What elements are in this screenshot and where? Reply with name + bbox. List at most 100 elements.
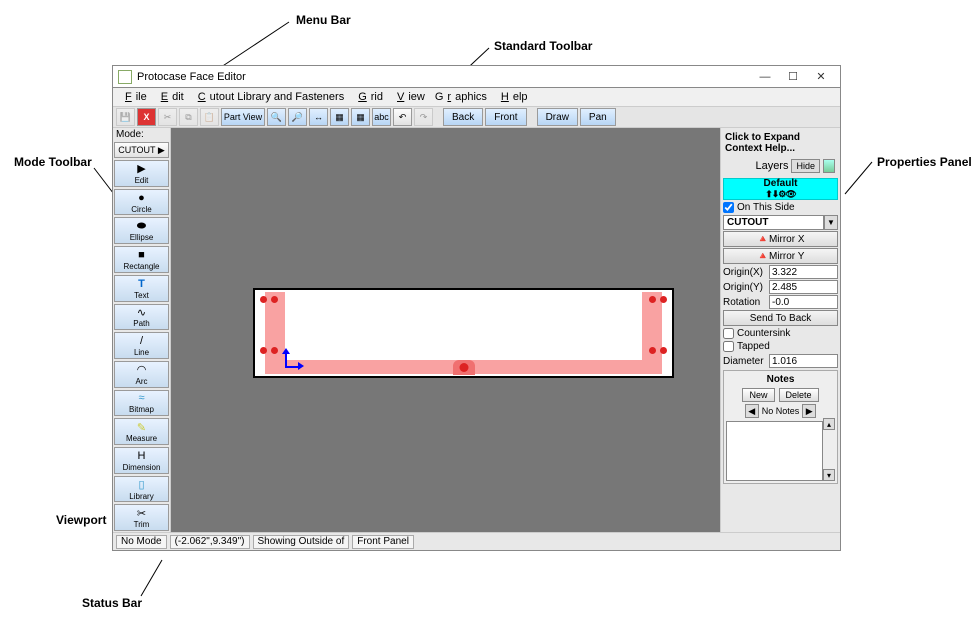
cut-icon[interactable]: ✂	[158, 108, 177, 126]
on-this-side-label: On This Side	[737, 202, 795, 213]
rotation-input[interactable]	[769, 295, 838, 309]
tapped-label: Tapped	[737, 341, 770, 352]
redo-icon[interactable]: ↷	[414, 108, 433, 126]
mode-library-button[interactable]: ▯Library	[114, 476, 169, 503]
mode-path-button[interactable]: ∿Path	[114, 304, 169, 331]
mode-heading: Mode:	[113, 128, 170, 141]
scroll-down-icon[interactable]: ▾	[823, 469, 835, 481]
annotation-properties-panel: Properties Panel	[877, 155, 972, 169]
mount-hole[interactable]	[660, 296, 667, 303]
menu-cutout[interactable]: Cutout Library and Fasteners	[190, 90, 348, 104]
mount-hole[interactable]	[271, 347, 278, 354]
rect-icon: ■	[138, 248, 145, 262]
measure-icon: ✎	[137, 420, 146, 434]
menu-grid[interactable]: Grid	[350, 90, 387, 104]
mode-ellipse-button[interactable]: ⬬Ellipse	[114, 217, 169, 244]
mode-bitmap-button[interactable]: ≈Bitmap	[114, 390, 169, 417]
zoomout-icon[interactable]: 🔎	[288, 108, 307, 126]
mode-circle-button[interactable]: ●Circle	[114, 189, 169, 216]
status-bar: No Mode (-2.062",9.349") Showing Outside…	[113, 532, 840, 550]
close-button[interactable]: ✕	[807, 68, 835, 86]
menu-edit[interactable]: Edit	[153, 90, 188, 104]
draw-button[interactable]: Draw	[537, 108, 578, 126]
diameter-input[interactable]	[769, 354, 838, 368]
notes-prev-icon[interactable]: ◀	[745, 404, 759, 418]
bitmap-icon: ≈	[138, 391, 144, 405]
mode-dimension-button[interactable]: HDimension	[114, 447, 169, 474]
scroll-up-icon[interactable]: ▴	[823, 418, 835, 430]
notes-delete-button[interactable]: Delete	[779, 388, 819, 402]
annotation-menubar: Menu Bar	[296, 13, 351, 27]
mount-hole[interactable]	[649, 296, 656, 303]
menu-graphics[interactable]: Graphics	[431, 90, 491, 104]
mirror-y-button[interactable]: 🔺 Mirror Y	[723, 248, 838, 264]
menu-view[interactable]: View	[389, 90, 429, 104]
mode-rectangle-button[interactable]: ■Rectangle	[114, 246, 169, 273]
cutout-type-select[interactable]: CUTOUT	[723, 215, 824, 230]
trim-icon: ✂	[137, 506, 146, 520]
mode-measure-button[interactable]: ✎Measure	[114, 418, 169, 445]
mount-hole[interactable]	[260, 347, 267, 354]
move-icon[interactable]: ▦	[351, 108, 370, 126]
send-to-back-button[interactable]: Send To Back	[723, 310, 838, 326]
status-showing: Showing Outside of	[253, 535, 350, 549]
chevron-down-icon[interactable]: ▼	[824, 215, 838, 230]
app-window: Protocase Face Editor — ☐ ✕ File Edit Cu…	[112, 65, 841, 551]
panel-face	[253, 288, 674, 378]
path-icon: ∿	[137, 305, 146, 319]
pan-button[interactable]: Pan	[580, 108, 616, 126]
mount-hole[interactable]	[660, 347, 667, 354]
mode-trim-button[interactable]: ✂Trim	[114, 504, 169, 531]
copy-icon[interactable]: ⧉	[179, 108, 198, 126]
layers-toggle-icon[interactable]	[823, 159, 835, 173]
notes-counter: No Notes	[762, 406, 800, 416]
notes-new-button[interactable]: New	[742, 388, 774, 402]
on-this-side-checkbox[interactable]	[723, 202, 734, 213]
line-icon: /	[140, 334, 143, 348]
menu-help[interactable]: Help	[493, 90, 532, 104]
mode-line-button[interactable]: /Line	[114, 332, 169, 359]
notes-next-icon[interactable]: ▶	[802, 404, 816, 418]
mode-toolbar: Mode: CUTOUT ▶ ▶Edit ●Circle ⬬Ellipse ■R…	[113, 128, 171, 532]
zoomin-icon[interactable]: 🔍	[267, 108, 286, 126]
layer-default-button[interactable]: Default ⬆⬇⚙👁	[723, 178, 838, 200]
mirror-x-button[interactable]: 🔺 Mirror X	[723, 231, 838, 247]
front-button[interactable]: Front	[485, 108, 526, 126]
origin-y-label: Origin(Y)	[723, 282, 767, 293]
origin-x-label: Origin(X)	[723, 267, 767, 278]
status-coords: (-2.062",9.349")	[170, 535, 250, 549]
mode-arc-button[interactable]: ◠Arc	[114, 361, 169, 388]
delete-icon[interactable]: X	[137, 108, 156, 126]
standard-toolbar: 💾 X ✂ ⧉ 📋 Part View 🔍 🔎 ↔ ▦ ▦ abc ↶ ↷ Ba…	[113, 106, 840, 128]
layers-hide-button[interactable]: Hide	[791, 159, 820, 173]
mode-cutout-dropdown[interactable]: CUTOUT ▶	[114, 142, 169, 158]
maximize-button[interactable]: ☐	[779, 68, 807, 86]
notes-heading: Notes	[726, 373, 835, 386]
origin-x-input[interactable]	[769, 265, 838, 279]
menu-bar: File Edit Cutout Library and Fasteners G…	[113, 88, 840, 106]
viewport[interactable]	[171, 128, 720, 532]
mount-hole[interactable]	[260, 296, 267, 303]
label-icon[interactable]: abc	[372, 108, 391, 126]
undo-icon[interactable]: ↶	[393, 108, 412, 126]
mode-text-button[interactable]: TText	[114, 275, 169, 302]
mount-hole[interactable]	[649, 347, 656, 354]
back-button[interactable]: Back	[443, 108, 483, 126]
paste-icon[interactable]: 📋	[200, 108, 219, 126]
save-icon[interactable]: 💾	[116, 108, 135, 126]
mode-edit-button[interactable]: ▶Edit	[114, 160, 169, 187]
grid-icon[interactable]: ▦	[330, 108, 349, 126]
text-icon: T	[138, 277, 145, 291]
minimize-button[interactable]: —	[751, 68, 779, 86]
origin-y-input[interactable]	[769, 280, 838, 294]
app-icon	[118, 70, 132, 84]
mount-hole[interactable]	[271, 296, 278, 303]
menu-file[interactable]: File	[117, 90, 151, 104]
countersink-checkbox[interactable]	[723, 328, 734, 339]
cutout-shape[interactable]	[453, 360, 475, 375]
zoomfit-icon[interactable]: ↔	[309, 108, 328, 126]
tapped-checkbox[interactable]	[723, 341, 734, 352]
context-help-link[interactable]: Click to Expand Context Help...	[723, 130, 838, 156]
part-view-button[interactable]: Part View	[221, 108, 265, 126]
notes-textarea[interactable]	[726, 421, 823, 481]
